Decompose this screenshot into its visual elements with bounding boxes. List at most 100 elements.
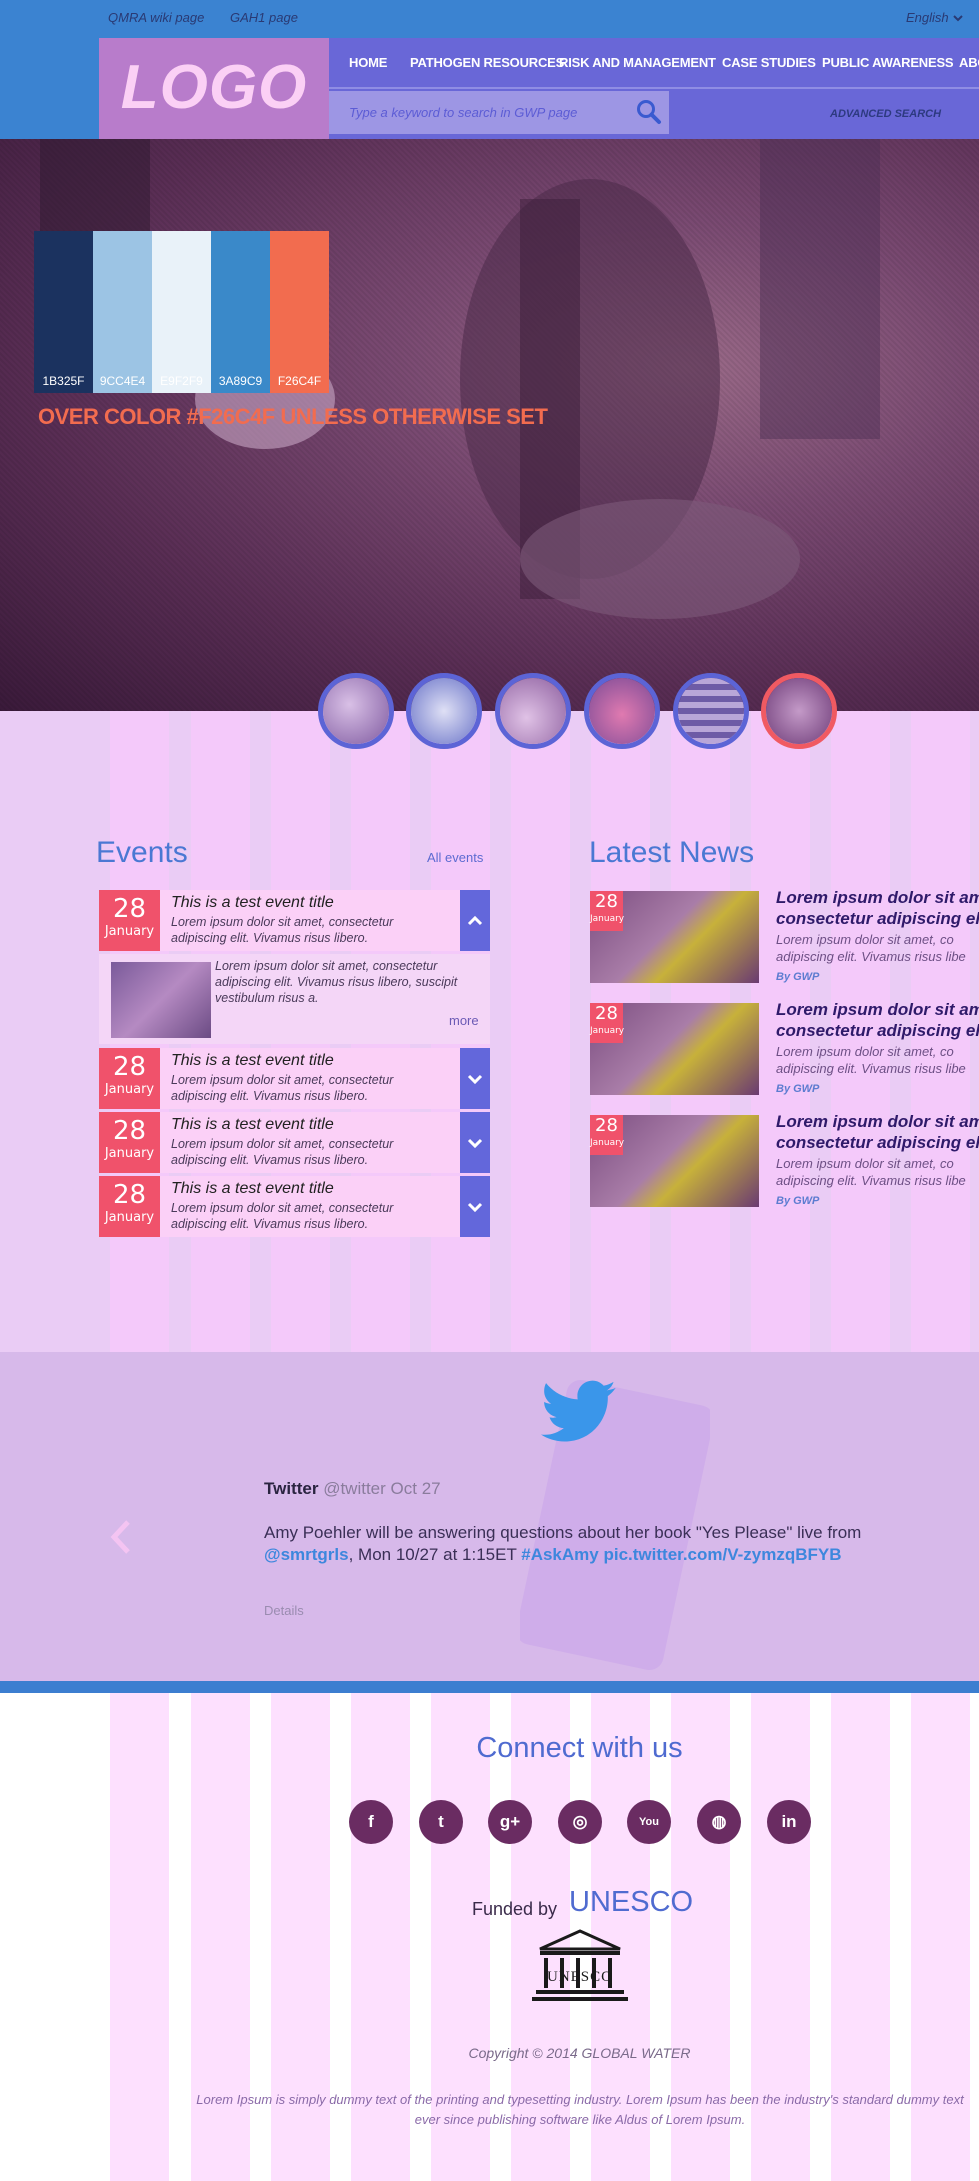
- search-icon[interactable]: [636, 99, 662, 125]
- news-summary-line2: adipiscing elit. Vivamus risus libe: [776, 1061, 966, 1076]
- gah1-page-link[interactable]: GAH1 page: [230, 10, 298, 25]
- tweet-details-link[interactable]: Details: [264, 1603, 304, 1618]
- expand-button[interactable]: [460, 1048, 490, 1109]
- news-date-badge: 28 January: [590, 891, 624, 931]
- swatch-label: 9CC4E4: [99, 374, 146, 388]
- event-day: 28: [112, 1180, 147, 1210]
- event-month: January: [104, 1146, 155, 1161]
- event-detail-text: Lorem ipsum dolor sit amet, consectetur …: [215, 959, 458, 1005]
- nav-case-studies[interactable]: CASE STUDIES: [722, 55, 816, 70]
- slider-thumbnail[interactable]: [318, 673, 394, 749]
- nav-about[interactable]: ABO: [959, 55, 979, 70]
- palette-swatch: 3A89C9: [211, 231, 270, 393]
- footer-description: Lorem Ipsum is simply dummy text of the …: [196, 2092, 964, 2127]
- event-item-expanded[interactable]: 28 January This is a test event title Lo…: [99, 890, 490, 951]
- slider-thumbnail[interactable]: [406, 673, 482, 749]
- swatch-label: F26C4F: [277, 374, 322, 388]
- twitter-icon[interactable]: t: [419, 1800, 463, 1844]
- nav-pathogen-resources[interactable]: PATHOGEN RESOURCES: [410, 55, 564, 70]
- all-events-link[interactable]: All events: [427, 850, 483, 865]
- linkedin-icon[interactable]: in: [767, 1800, 811, 1844]
- chevron-left-icon[interactable]: [108, 1518, 134, 1556]
- event-day: 28: [112, 1116, 147, 1146]
- news-title-line2[interactable]: consectetur adipiscing el: [776, 908, 979, 929]
- logo-text: LOGO: [120, 53, 308, 122]
- news-month: January: [590, 1026, 625, 1036]
- hover-color-note: OVER COLOR #F26C4F UNLESS OTHERWISE SET: [38, 404, 548, 429]
- news-author: By GWP: [776, 971, 820, 983]
- event-item[interactable]: 28 January This is a test event title Lo…: [99, 1176, 490, 1237]
- event-more-link[interactable]: more: [449, 1013, 479, 1028]
- swatch-fill: [152, 231, 211, 393]
- search-box: [329, 91, 669, 134]
- instagram-icon[interactable]: ◎: [558, 1800, 602, 1844]
- unesco-logo-text: UNESCO: [547, 1969, 613, 1985]
- event-title: This is a test event title: [171, 1052, 334, 1069]
- expand-button[interactable]: [460, 1176, 490, 1237]
- event-summary: Lorem ipsum dolor sit amet, consectetur …: [171, 1201, 394, 1231]
- news-image[interactable]: 28 January: [590, 1003, 759, 1095]
- nav-risk-management[interactable]: RISK AND MANAGEMENT: [559, 55, 716, 70]
- news-month: January: [590, 1138, 625, 1148]
- news-title[interactable]: Lorem ipsum dolor sit am: [776, 887, 979, 908]
- slider-thumbnail[interactable]: [673, 673, 749, 749]
- news-date-badge: 28 January: [590, 1003, 625, 1043]
- copyright: Copyright © 2014 GLOBAL WATER: [468, 2045, 691, 2061]
- news-image[interactable]: 28 January: [590, 1115, 759, 1207]
- grid-column: [110, 1693, 169, 2181]
- event-title: This is a test event title: [171, 894, 334, 911]
- advanced-search-link[interactable]: ADVANCED SEARCH: [830, 108, 941, 120]
- slider-thumbnail-active[interactable]: [761, 673, 837, 749]
- tweet-text: Amy Poehler will be answering questions …: [264, 1523, 862, 1542]
- qmra-wiki-link[interactable]: QMRA wiki page: [108, 10, 204, 25]
- expand-button[interactable]: [460, 1112, 490, 1173]
- news-title-line2[interactable]: consectetur adipiscing el: [776, 1132, 979, 1153]
- news-day: 28: [595, 1115, 618, 1136]
- event-image: [111, 962, 211, 1038]
- funder-name[interactable]: UNESCO: [569, 1886, 693, 1919]
- logo[interactable]: LOGO: [99, 38, 329, 139]
- event-title: This is a test event title: [171, 1180, 334, 1197]
- event-month: January: [104, 1210, 155, 1225]
- event-day: 28: [112, 1052, 147, 1082]
- event-detail: Lorem ipsum dolor sit amet, consectetur …: [99, 954, 490, 1044]
- tweet-author: Twitter: [264, 1479, 319, 1498]
- news-date-badge: 28 January: [590, 1115, 625, 1155]
- unesco-logo[interactable]: UNESCO: [530, 1929, 630, 2005]
- event-month: January: [104, 924, 155, 939]
- news-summary: Lorem ipsum dolor sit amet, co: [776, 1044, 954, 1059]
- dribbble-icon[interactable]: ◍: [697, 1800, 741, 1844]
- news-image[interactable]: 28 January: [590, 891, 759, 983]
- news-title[interactable]: Lorem ipsum dolor sit am: [776, 1111, 979, 1132]
- news-author: By GWP: [776, 1083, 820, 1095]
- event-title: This is a test event title: [171, 1116, 334, 1133]
- search-input[interactable]: [349, 91, 619, 134]
- tweet-mention-link[interactable]: @smrtgrls: [264, 1545, 349, 1564]
- swatch-fill: [270, 231, 329, 393]
- news-summary: Lorem ipsum dolor sit amet, co: [776, 932, 954, 947]
- news-title[interactable]: Lorem ipsum dolor sit am: [776, 999, 979, 1020]
- facebook-icon[interactable]: f: [349, 1800, 393, 1844]
- news-summary-line2: adipiscing elit. Vivamus risus libe: [776, 949, 966, 964]
- news-heading: Latest News: [589, 836, 755, 869]
- tweet-media-link[interactable]: pic.twitter.com/V-zymzqBFYB: [603, 1545, 841, 1564]
- slider-thumbnail[interactable]: [584, 673, 660, 749]
- event-item[interactable]: 28 January This is a test event title Lo…: [99, 1112, 490, 1173]
- swatch-fill: [34, 231, 93, 393]
- event-summary: Lorem ipsum dolor sit amet, consectetur …: [171, 1073, 394, 1103]
- palette-swatch: 9CC4E4: [93, 231, 152, 393]
- nav-public-awareness[interactable]: PUBLIC AWARENESS: [822, 55, 954, 70]
- news-title-line2[interactable]: consectetur adipiscing el: [776, 1020, 979, 1041]
- google-plus-icon[interactable]: g+: [488, 1800, 532, 1844]
- event-summary: Lorem ipsum dolor sit amet, consectetur …: [171, 1137, 394, 1167]
- youtube-icon[interactable]: You: [627, 1800, 671, 1844]
- event-item[interactable]: 28 January This is a test event title Lo…: [99, 1048, 490, 1109]
- nav-home[interactable]: HOME: [349, 55, 387, 70]
- language-selector[interactable]: English: [906, 10, 963, 25]
- tweet-hashtag-link[interactable]: #AskAmy: [521, 1545, 599, 1564]
- tweet-text: , Mon 10/27 at 1:15ET: [348, 1545, 522, 1564]
- slider-thumbnail[interactable]: [495, 673, 571, 749]
- palette-swatch: E9F2F9: [152, 231, 211, 393]
- news-author: By GWP: [776, 1195, 820, 1207]
- collapse-button[interactable]: [460, 890, 490, 951]
